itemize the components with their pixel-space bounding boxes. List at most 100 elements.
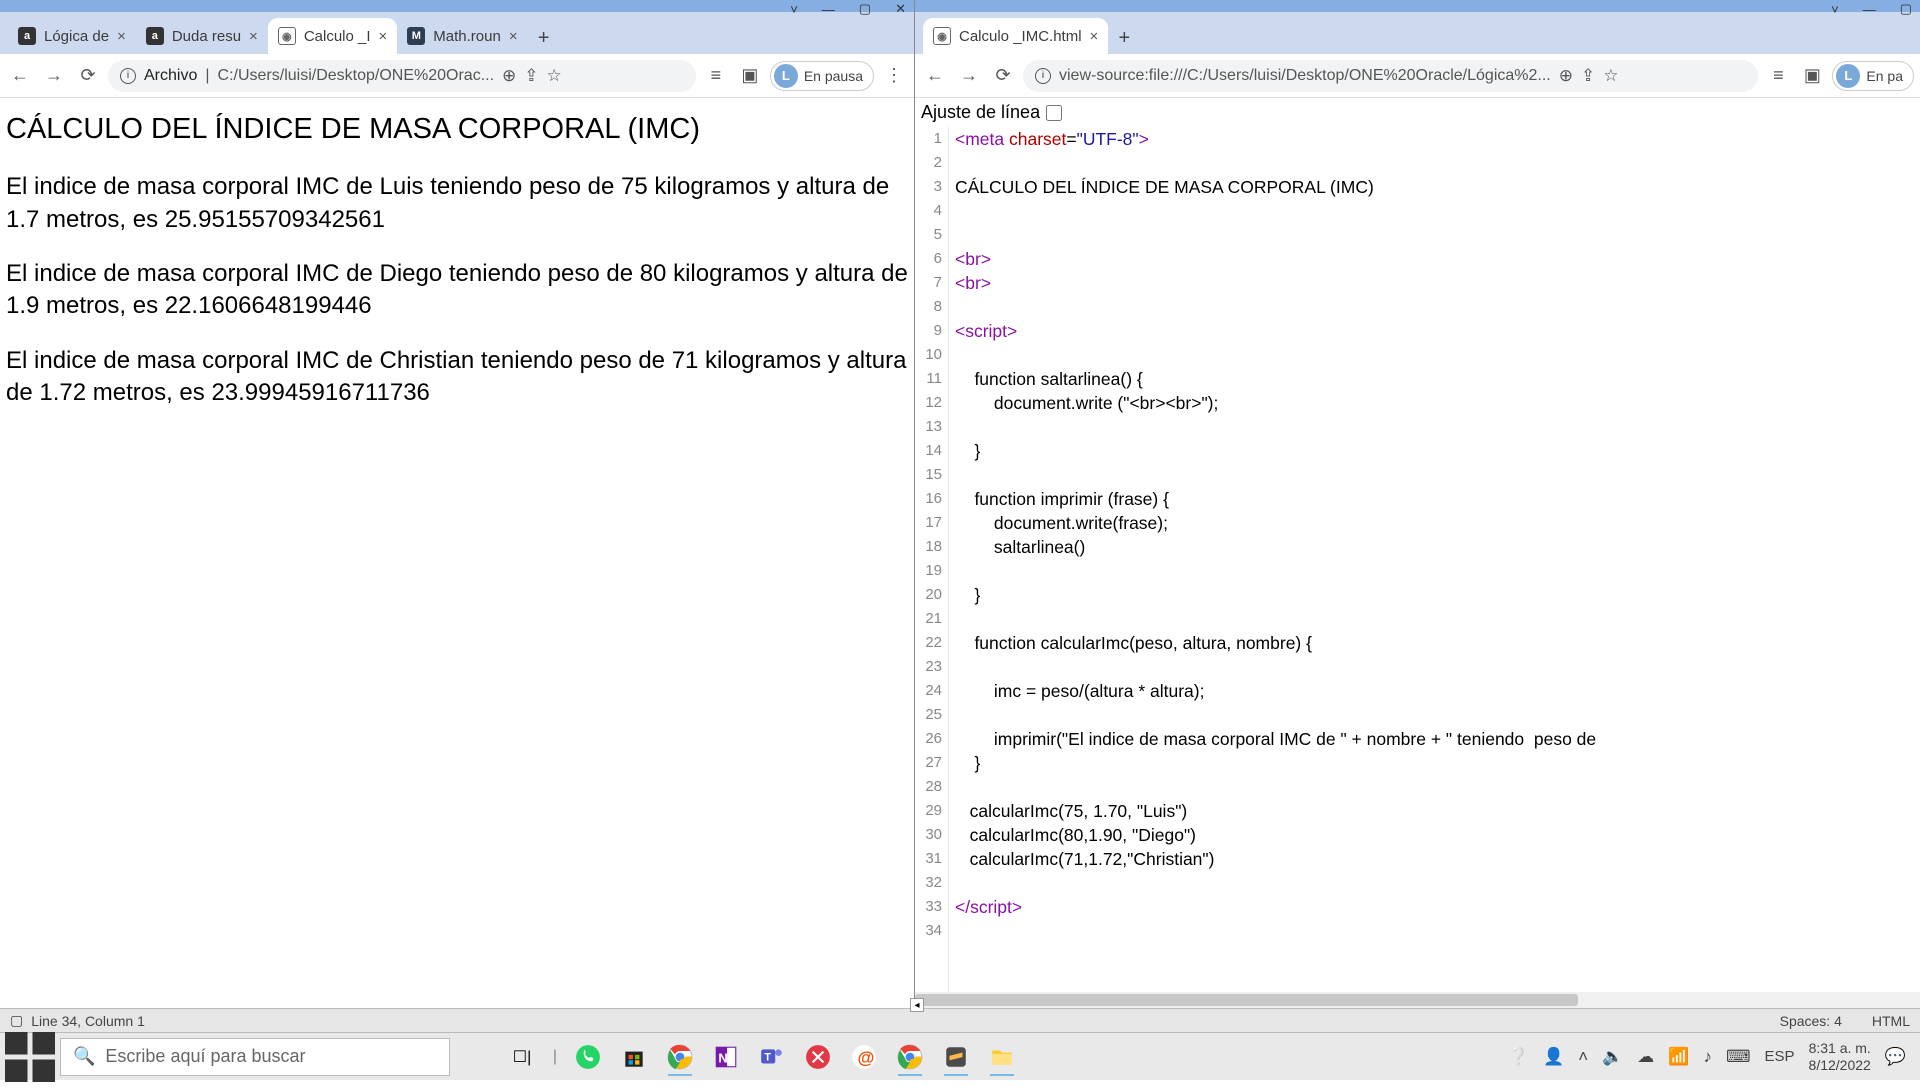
tab-viewsource[interactable]: ◉ Calculo _IMC.html × — [923, 18, 1108, 54]
sidepanel-icon[interactable]: ▣ — [1798, 62, 1826, 90]
chrome-icon[interactable] — [660, 1037, 700, 1077]
search-icon: 🔍 — [73, 1046, 95, 1067]
tab-close-icon[interactable]: × — [117, 28, 126, 45]
security-icon[interactable]: ♪ — [1703, 1047, 1712, 1067]
tab-logica[interactable]: a Lógica de × — [8, 18, 136, 54]
close-icon[interactable]: ✕ — [895, 1, 906, 17]
zoom-icon[interactable]: ⊕ — [502, 66, 516, 86]
tab-title: Calculo _IMC.html — [959, 28, 1082, 45]
keyboard-icon[interactable]: ⌨ — [1726, 1047, 1751, 1067]
reading-list-icon[interactable]: ≡ — [702, 62, 730, 90]
tab-calculo[interactable]: ◉ Calculo _I × — [268, 18, 397, 54]
input-language[interactable]: ESP — [1765, 1048, 1795, 1065]
notifications-icon[interactable]: 💬 — [1885, 1047, 1906, 1067]
addr-url: C:/Users/luisi/Desktop/ONE%20Orac... — [218, 67, 495, 85]
site-info-icon[interactable]: i — [1035, 68, 1051, 84]
zoom-icon[interactable]: ⊕ — [1559, 66, 1573, 86]
reading-list-icon[interactable]: ≡ — [1764, 62, 1792, 90]
line-wrap-control: Ajuste de línea — [915, 98, 1920, 127]
chevron-down-icon[interactable]: ˅ — [1831, 2, 1839, 17]
svg-text:@: @ — [858, 1047, 875, 1067]
bookmark-star-icon[interactable]: ☆ — [547, 66, 562, 86]
svg-text:T: T — [764, 1051, 771, 1063]
editor-statusbar: ▢ Line 34, Column 1 Spaces: 4 HTML — [0, 1008, 1920, 1032]
wifi-icon[interactable]: 📶 — [1668, 1047, 1689, 1067]
windows-taskbar: 🔍 Escribe aquí para buscar ☐| | N T @ ❔ … — [0, 1032, 1920, 1080]
view-source-page: Ajuste de línea 123456789101112131415161… — [915, 98, 1920, 1008]
tab-title: Lógica de — [44, 28, 109, 45]
profile-avatar-icon: L — [774, 64, 798, 88]
tab-mathround[interactable]: M Math.roun × — [397, 18, 527, 54]
rendered-page: CÁLCULO DEL ÍNDICE DE MASA CORPORAL (IMC… — [0, 98, 914, 443]
svg-text:N: N — [718, 1050, 727, 1065]
page-heading: CÁLCULO DEL ÍNDICE DE MASA CORPORAL (IMC… — [6, 110, 908, 149]
address-bar[interactable]: i Archivo | C:/Users/luisi/Desktop/ONE%2… — [108, 60, 696, 92]
window-caption-buttons: ˅ — ▢ ✕ — [790, 0, 906, 18]
tab-close-icon[interactable]: × — [1090, 28, 1099, 45]
address-bar[interactable]: i view-source:file:///C:/Users/luisi/Des… — [1023, 60, 1758, 92]
tab-strip: a Lógica de × a Duda resu × ◉ Calculo _I… — [0, 12, 914, 54]
minimize-icon[interactable]: — — [822, 2, 835, 17]
profile-button[interactable]: L En pausa — [770, 61, 874, 91]
source-code-area[interactable]: <meta charset="UTF-8"> CÁLCULO DEL ÍNDIC… — [949, 127, 1920, 992]
microsoft-store-icon[interactable] — [614, 1037, 654, 1077]
scrollbar-thumb[interactable] — [915, 994, 1578, 1006]
app-red-icon[interactable] — [798, 1037, 838, 1077]
maximize-icon[interactable]: ▢ — [1900, 1, 1912, 17]
line-wrap-checkbox[interactable] — [1046, 105, 1062, 121]
profile-avatar-icon: L — [1836, 64, 1860, 88]
taskbar-clock[interactable]: 8:31 a. m. 8/12/2022 — [1809, 1040, 1871, 1072]
share-icon[interactable]: ⇪ — [1581, 66, 1595, 86]
tab-close-icon[interactable]: × — [249, 28, 258, 45]
menu-button[interactable]: ⋮ — [880, 62, 908, 90]
volume-icon[interactable]: 🔈 — [1602, 1047, 1623, 1067]
help-icon[interactable]: ❔ — [1508, 1047, 1529, 1067]
forward-button[interactable]: → — [40, 62, 68, 90]
task-view-icon[interactable]: ☐| — [502, 1037, 542, 1077]
horizontal-scrollbar[interactable] — [915, 992, 1920, 1008]
sublime-text-icon[interactable] — [936, 1037, 976, 1077]
people-icon[interactable]: 👤 — [1543, 1047, 1564, 1067]
chevron-down-icon[interactable]: ˅ — [790, 2, 798, 17]
reload-button[interactable]: ⟳ — [74, 62, 102, 90]
onenote-icon[interactable]: N — [706, 1037, 746, 1077]
favicon-m-icon: M — [407, 27, 425, 45]
back-button[interactable]: ← — [6, 62, 34, 90]
tab-duda[interactable]: a Duda resu × — [136, 18, 268, 54]
taskbar-pinned-apps: ☐| | N T @ — [502, 1037, 1022, 1077]
tab-close-icon[interactable]: × — [379, 28, 388, 45]
window-divider-handle[interactable]: ◂ — [910, 998, 924, 1012]
profile-button[interactable]: L En pa — [1832, 61, 1914, 91]
maximize-icon[interactable]: ▢ — [859, 1, 871, 17]
app-orange-icon[interactable]: @ — [844, 1037, 884, 1077]
profile-status: En pausa — [804, 68, 863, 84]
whatsapp-icon[interactable] — [568, 1037, 608, 1077]
file-explorer-icon[interactable] — [982, 1037, 1022, 1077]
imc-paragraph-diego: El indice de masa corporal IMC de Diego … — [6, 258, 908, 323]
new-tab-button[interactable]: + — [528, 22, 560, 54]
back-button[interactable]: ← — [921, 62, 949, 90]
chrome-icon-2[interactable] — [890, 1037, 930, 1077]
bookmark-star-icon[interactable]: ☆ — [1603, 66, 1618, 86]
favicon-a-icon: a — [146, 27, 164, 45]
statusbar-spaces[interactable]: Spaces: 4 — [1780, 1013, 1842, 1029]
sidepanel-icon[interactable]: ▣ — [736, 62, 764, 90]
browser-toolbar: ← → ⟳ i Archivo | C:/Users/luisi/Desktop… — [0, 54, 914, 98]
share-icon[interactable]: ⇪ — [524, 66, 538, 86]
tab-close-icon[interactable]: × — [509, 28, 518, 45]
start-button[interactable] — [0, 1033, 60, 1081]
teams-icon[interactable]: T — [752, 1037, 792, 1077]
taskbar-search[interactable]: 🔍 Escribe aquí para buscar — [60, 1038, 450, 1076]
forward-button[interactable]: → — [955, 62, 983, 90]
site-info-icon[interactable]: i — [120, 68, 136, 84]
reload-button[interactable]: ⟳ — [989, 62, 1017, 90]
addr-scheme: Archivo — [144, 67, 197, 85]
minimize-icon[interactable]: — — [1863, 2, 1876, 17]
favicon-globe-icon: ◉ — [933, 27, 951, 45]
chevron-up-icon[interactable]: ˄ — [1578, 1047, 1588, 1067]
new-tab-button[interactable]: + — [1108, 22, 1140, 54]
tab-title: Duda resu — [172, 28, 241, 45]
browser-toolbar: ← → ⟳ i view-source:file:///C:/Users/lui… — [915, 54, 1920, 98]
onedrive-icon[interactable]: ☁ — [1637, 1047, 1654, 1067]
statusbar-lang[interactable]: HTML — [1872, 1013, 1910, 1029]
